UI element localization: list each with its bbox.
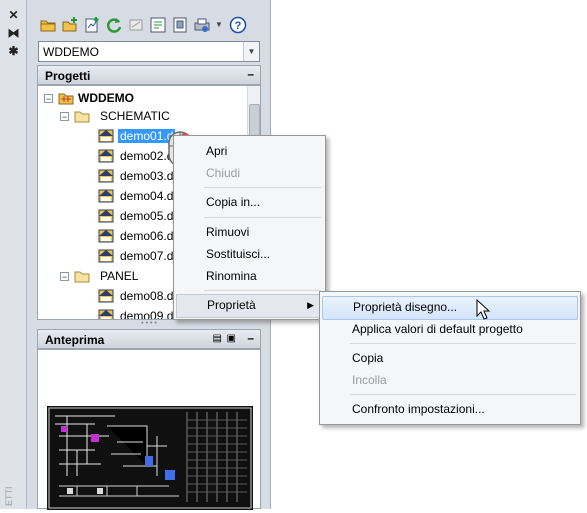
folder-icon bbox=[74, 268, 90, 284]
projects-panel-title: Progetti bbox=[45, 69, 91, 83]
tree-file-label: demo03.d bbox=[120, 169, 174, 183]
projects-panel-header[interactable]: Progetti – bbox=[37, 65, 261, 85]
menu-item-proprieta[interactable]: Proprietà ▶ bbox=[176, 294, 323, 318]
context-menu: Apri Chiudi Copia in... Rimuovi Sostitui… bbox=[173, 135, 326, 320]
drawing-icon bbox=[98, 228, 114, 244]
cursor-arrow-icon bbox=[476, 298, 491, 321]
drawing-icon bbox=[98, 288, 114, 304]
project-selector[interactable]: WDDEMO ▼ bbox=[38, 41, 260, 62]
drawing-icon bbox=[98, 208, 114, 224]
project-properties-icon[interactable] bbox=[171, 16, 189, 34]
refresh-icon[interactable] bbox=[105, 16, 123, 34]
new-drawing-icon[interactable] bbox=[83, 16, 101, 34]
drawing-icon bbox=[98, 308, 114, 319]
folder-icon bbox=[74, 108, 90, 124]
plot-icon[interactable] bbox=[193, 16, 211, 34]
drawing-icon bbox=[98, 148, 114, 164]
palette-title-strip: ✕ ⧓ ✱ ETTI bbox=[0, 0, 27, 509]
collapse-icon[interactable]: – bbox=[247, 331, 254, 345]
auto-hide-icon[interactable]: ⧓ bbox=[6, 26, 21, 41]
folder-label: PANEL bbox=[100, 269, 139, 283]
menu-separator bbox=[204, 217, 321, 218]
new-project-icon[interactable] bbox=[61, 16, 79, 34]
menu-item-chiudi[interactable]: Chiudi bbox=[174, 162, 325, 184]
menu-item-applica-valori[interactable]: Applica valori di default progetto bbox=[320, 318, 580, 340]
project-icon bbox=[58, 90, 74, 106]
menu-item-proprieta-disegno[interactable]: Proprietà disegno... bbox=[322, 296, 578, 320]
menu-separator bbox=[350, 394, 576, 395]
tree-file-label: demo06.d bbox=[120, 229, 174, 243]
collapse-icon[interactable]: – bbox=[247, 67, 254, 81]
menu-item-copia[interactable]: Copia bbox=[320, 347, 580, 369]
preview-panel-header[interactable]: Anteprima ▤ ▣ – bbox=[37, 329, 261, 349]
tree-file-label: demo08.d bbox=[120, 289, 174, 303]
menu-item-rinomina[interactable]: Rinomina bbox=[174, 265, 325, 287]
open-project-icon[interactable] bbox=[39, 16, 57, 34]
menu-item-sostituisci[interactable]: Sostituisci... bbox=[174, 243, 325, 265]
thumbnail-icon[interactable]: ▣ bbox=[227, 333, 236, 344]
titleblock-icon[interactable] bbox=[149, 16, 167, 34]
tree-file-label: demo05.d bbox=[120, 209, 174, 223]
preview-area bbox=[37, 349, 261, 510]
menu-item-incolla[interactable]: Incolla bbox=[320, 369, 580, 391]
tree-file-label: demo09.d bbox=[120, 309, 174, 320]
drawing-icon bbox=[98, 128, 114, 144]
menu-item-apri[interactable]: Apri bbox=[174, 140, 325, 162]
menu-item-rimuovi[interactable]: Rimuovi bbox=[174, 221, 325, 243]
update-icon[interactable] bbox=[127, 16, 145, 34]
drawing-icon bbox=[98, 248, 114, 264]
properties-submenu: Proprietà disegno... Applica valori di d… bbox=[319, 291, 581, 425]
toolbar: ▼ ? bbox=[35, 14, 260, 38]
close-icon[interactable]: ✕ bbox=[6, 8, 21, 23]
menu-item-confronto-impostazioni[interactable]: Confronto impostazioni... bbox=[320, 398, 580, 420]
tree-root-label: WDDEMO bbox=[78, 91, 134, 105]
menu-separator bbox=[204, 187, 321, 188]
svg-text:?: ? bbox=[235, 20, 242, 32]
menu-separator bbox=[350, 343, 576, 344]
palette-title: ETTI bbox=[4, 486, 14, 507]
menu-separator bbox=[204, 290, 321, 291]
project-selector-value: WDDEMO bbox=[43, 45, 99, 59]
details-icon[interactable]: ▤ bbox=[213, 333, 222, 344]
collapse-icon[interactable]: − bbox=[60, 272, 69, 282]
folder-label: SCHEMATIC bbox=[100, 109, 170, 123]
properties-icon[interactable]: ✱ bbox=[6, 44, 21, 59]
chevron-down-icon[interactable]: ▼ bbox=[243, 42, 259, 61]
drawing-preview-image bbox=[47, 406, 253, 510]
collapse-icon[interactable]: − bbox=[60, 112, 69, 122]
drawing-icon bbox=[98, 188, 114, 204]
collapse-icon[interactable]: − bbox=[44, 94, 53, 104]
preview-panel-title: Anteprima bbox=[45, 333, 105, 347]
panel-splitter[interactable]: • • • • bbox=[37, 320, 261, 327]
tree-file-label: demo07.d bbox=[120, 249, 174, 263]
dropdown-icon[interactable]: ▼ bbox=[215, 16, 225, 34]
drawing-icon bbox=[98, 168, 114, 184]
menu-item-copia-in[interactable]: Copia in... bbox=[174, 191, 325, 213]
help-icon[interactable]: ? bbox=[229, 16, 247, 34]
submenu-arrow-icon: ▶ bbox=[307, 300, 314, 310]
tree-file-label: demo04.d bbox=[120, 189, 174, 203]
menu-item-label: Proprietà bbox=[207, 298, 256, 312]
